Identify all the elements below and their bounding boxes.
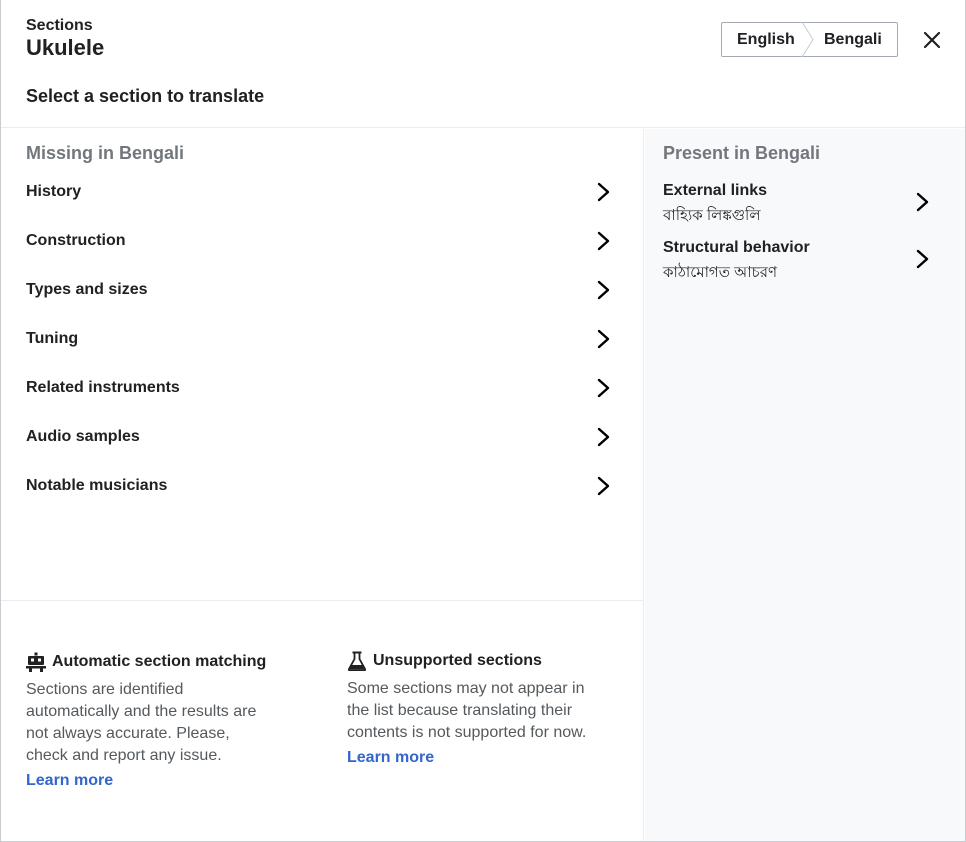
present-item-label: External links [663, 182, 768, 199]
dialog-header: Sections Ukulele Select a section to tra… [1, 0, 965, 128]
section-item-label: Related instruments [26, 379, 180, 396]
robot-icon [26, 652, 46, 672]
present-sections-panel: Present in Bengali External links বাহ্যি… [645, 129, 965, 841]
automatic-matching-info: Automatic section matching Sections are … [26, 650, 276, 790]
present-item-external-links[interactable]: External links বাহ্যিক লিঙ্কগুলি [645, 179, 965, 236]
section-item-label: Audio samples [26, 428, 140, 445]
article-title: Ukulele [26, 35, 105, 60]
automatic-matching-learn-more-link[interactable]: Learn more [26, 772, 276, 790]
section-item-construction[interactable]: Construction [1, 217, 644, 266]
dialog-subtitle: Select a section to translate [26, 86, 265, 106]
unsupported-sections-text: Some sections may not appear in the list… [347, 680, 587, 741]
section-item-label: Notable musicians [26, 477, 168, 494]
source-language[interactable]: English [737, 31, 795, 49]
automatic-matching-title-row: Automatic section matching [26, 650, 276, 674]
chevron-right-icon [916, 249, 929, 269]
present-item-translation: বাহ্যিক লিঙ্কগুলি [663, 207, 761, 224]
chevron-right-icon [916, 192, 929, 212]
section-item-tuning[interactable]: Tuning [1, 315, 644, 364]
chevron-right-icon [597, 231, 610, 251]
section-item-label: Tuning [26, 330, 79, 347]
automatic-matching-title: Automatic section matching [52, 653, 267, 670]
section-item-audio-samples[interactable]: Audio samples [1, 413, 644, 462]
section-item-related-instruments[interactable]: Related instruments [1, 364, 644, 413]
chevron-right-icon [597, 476, 610, 496]
missing-sections-list: History Construction Types and sizes Tun… [1, 168, 644, 511]
section-item-label: Construction [26, 232, 126, 249]
dialog-eyebrow: Sections [26, 17, 93, 34]
unsupported-sections-info: Unsupported sections Some sections may n… [347, 649, 597, 767]
section-item-label: Types and sizes [26, 281, 148, 298]
unsupported-sections-learn-more-link[interactable]: Learn more [347, 749, 597, 767]
section-item-label: History [26, 183, 82, 200]
chevron-separator-icon [801, 22, 814, 57]
present-sections-list: External links বাহ্যিক লিঙ্কগুলি Structu… [645, 179, 965, 293]
missing-sections-panel: Missing in Bengali History Construction … [1, 129, 644, 841]
target-language[interactable]: Bengali [824, 31, 882, 49]
chevron-right-icon [597, 329, 610, 349]
chevron-right-icon [597, 378, 610, 398]
close-icon[interactable] [919, 27, 945, 53]
unsupported-sections-title: Unsupported sections [373, 652, 542, 669]
present-heading: Present in Bengali [663, 143, 821, 163]
chevron-right-icon [597, 182, 610, 202]
section-item-notable-musicians[interactable]: Notable musicians [1, 462, 644, 511]
present-item-label: Structural behavior [663, 239, 810, 256]
section-item-types-and-sizes[interactable]: Types and sizes [1, 266, 644, 315]
chevron-right-icon [597, 427, 610, 447]
present-item-translation: কাঠামোগত আচরণ [663, 264, 778, 281]
unsupported-sections-title-row: Unsupported sections [347, 649, 597, 673]
flask-icon [347, 651, 367, 671]
language-pair-selector[interactable]: English Bengali [721, 22, 898, 57]
missing-heading: Missing in Bengali [26, 143, 185, 163]
section-selector-dialog: Sections Ukulele Select a section to tra… [0, 0, 966, 842]
chevron-right-icon [597, 280, 610, 300]
section-item-history[interactable]: History [1, 168, 644, 217]
present-item-structural-behavior[interactable]: Structural behavior কাঠামোগত আচরণ [645, 236, 965, 293]
info-area: Automatic section matching Sections are … [1, 600, 644, 841]
automatic-matching-text: Sections are identified automatically an… [26, 681, 257, 764]
